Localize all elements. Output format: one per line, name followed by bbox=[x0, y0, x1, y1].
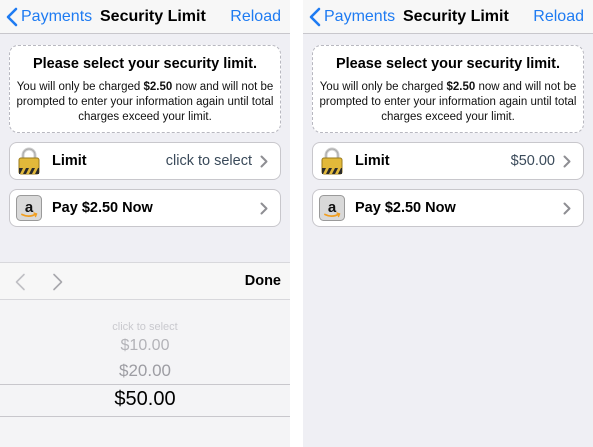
limit-value: $50.00 bbox=[510, 153, 555, 169]
limit-row[interactable]: Limit $50.00 bbox=[312, 142, 584, 180]
notice-amount: $2.50 bbox=[446, 81, 476, 93]
chevron-right-icon bbox=[563, 155, 571, 167]
chevron-left-icon bbox=[309, 7, 321, 27]
chevron-left-icon bbox=[6, 7, 18, 27]
security-limit-notice: Please select your security limit. You w… bbox=[9, 45, 281, 133]
svg-text:a: a bbox=[25, 199, 34, 216]
limit-picker[interactable]: click to select $10.00 $20.00 $50.00 bbox=[0, 300, 290, 447]
amazon-logo-icon: a bbox=[16, 194, 42, 222]
limit-label: Limit bbox=[52, 153, 87, 169]
done-button[interactable]: Done bbox=[245, 273, 281, 289]
pay-now-row[interactable]: a Pay $2.50 Now bbox=[9, 189, 281, 227]
navigation-bar: Payments Security Limit Reload bbox=[303, 0, 593, 34]
back-button-label: Payments bbox=[324, 8, 396, 25]
notice-title: Please select your security limit. bbox=[32, 56, 258, 72]
padlock-icon bbox=[319, 147, 345, 175]
right-screen: Payments Security Limit Reload Please se… bbox=[303, 0, 593, 447]
notice-text-start: You will only be charged bbox=[16, 81, 144, 93]
picker-selection-line bbox=[0, 416, 290, 417]
back-button-label: Payments bbox=[21, 8, 93, 25]
page-title: Security Limit bbox=[100, 8, 206, 25]
chevron-right-icon bbox=[260, 155, 268, 167]
notice-body: You will only be charged $2.50 now and w… bbox=[319, 80, 577, 125]
reload-button[interactable]: Reload bbox=[230, 6, 281, 28]
navigation-bar: Payments Security Limit Reload bbox=[0, 0, 290, 34]
chevron-right-icon bbox=[260, 202, 268, 214]
reload-button[interactable]: Reload bbox=[533, 6, 584, 28]
notice-text-start: You will only be charged bbox=[319, 81, 447, 93]
limit-label: Limit bbox=[355, 153, 390, 169]
limit-row[interactable]: Limit click to select bbox=[9, 142, 281, 180]
svg-text:a: a bbox=[328, 199, 337, 216]
picker-selection-line bbox=[0, 384, 290, 385]
picker-selected-option[interactable]: $50.00 bbox=[0, 388, 290, 411]
back-button[interactable]: Payments bbox=[6, 5, 92, 29]
pay-now-label: Pay $2.50 Now bbox=[52, 200, 153, 216]
back-button[interactable]: Payments bbox=[309, 5, 395, 29]
left-screen: Payments Security Limit Reload Please se… bbox=[0, 0, 290, 447]
picker-toolbar: Done bbox=[0, 262, 290, 300]
amazon-logo-icon: a bbox=[319, 194, 345, 222]
next-field-icon[interactable] bbox=[52, 273, 64, 291]
padlock-icon bbox=[16, 147, 42, 175]
notice-amount: $2.50 bbox=[143, 81, 173, 93]
pay-now-label: Pay $2.50 Now bbox=[355, 200, 456, 216]
notice-title: Please select your security limit. bbox=[335, 56, 561, 72]
notice-body: You will only be charged $2.50 now and w… bbox=[16, 80, 274, 125]
page-title: Security Limit bbox=[403, 8, 509, 25]
picker-option[interactable]: $10.00 bbox=[0, 337, 290, 355]
chevron-right-icon bbox=[563, 202, 571, 214]
security-limit-notice: Please select your security limit. You w… bbox=[312, 45, 584, 133]
previous-field-icon[interactable] bbox=[14, 273, 26, 291]
pay-now-row[interactable]: a Pay $2.50 Now bbox=[312, 189, 584, 227]
picker-option[interactable]: $20.00 bbox=[0, 361, 290, 381]
limit-value: click to select bbox=[165, 153, 252, 169]
picker-option[interactable]: click to select bbox=[0, 321, 290, 333]
